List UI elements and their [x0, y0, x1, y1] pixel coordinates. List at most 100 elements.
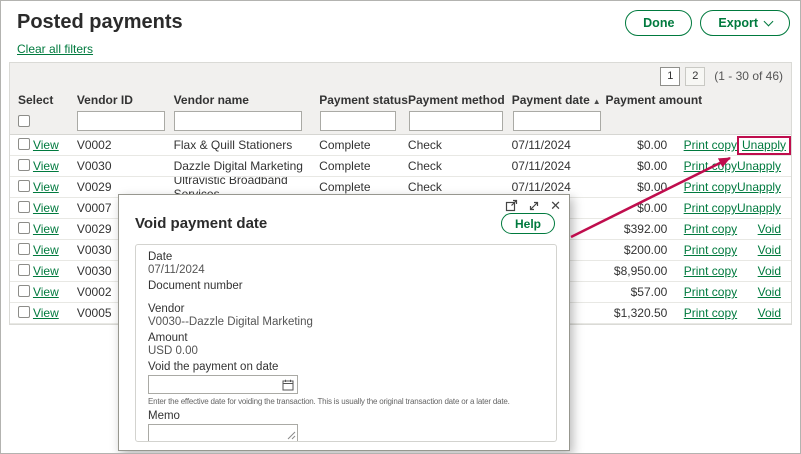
view-link[interactable]: View	[33, 159, 59, 173]
payment-date-filter-input[interactable]	[513, 111, 601, 131]
vendor-id-filter-input[interactable]	[77, 111, 165, 131]
row-checkbox[interactable]	[18, 243, 30, 255]
pagination: 1 2 (1 - 30 of 46)	[10, 63, 791, 89]
payment-status-filter-input[interactable]	[320, 111, 396, 131]
void-link[interactable]: Void	[758, 306, 781, 320]
view-link[interactable]: View	[33, 243, 59, 257]
payment-amount-cell: $8,950.00	[605, 264, 667, 278]
view-link[interactable]: View	[33, 306, 59, 320]
payment-status-cell: Complete	[319, 180, 408, 194]
vendor-id-cell: V0029	[77, 180, 174, 194]
view-link[interactable]: View	[33, 180, 59, 194]
void-link[interactable]: Void	[758, 264, 781, 278]
row-checkbox[interactable]	[18, 159, 30, 171]
payment-date-cell: 07/11/2024	[512, 138, 606, 152]
table-row: View V0030 Dazzle Digital Marketing Comp…	[10, 156, 791, 177]
print-copy-link[interactable]: Print copy	[684, 264, 737, 278]
document-number-value	[148, 293, 544, 299]
maximize-icon[interactable]	[528, 200, 540, 212]
memo-label: Memo	[148, 410, 544, 422]
row-checkbox[interactable]	[18, 306, 30, 318]
pagination-range: (1 - 30 of 46)	[714, 69, 783, 83]
unapply-link[interactable]: Unapply	[742, 138, 786, 152]
vendor-name-filter-input[interactable]	[174, 111, 302, 131]
vendor-name-cell: Flax & Quill Stationers	[174, 138, 320, 152]
select-all-checkbox[interactable]	[18, 115, 30, 127]
unapply-link[interactable]: Unapply	[737, 180, 781, 194]
print-copy-link[interactable]: Print copy	[684, 201, 737, 215]
row-checkbox[interactable]	[18, 180, 30, 192]
print-copy-link[interactable]: Print copy	[684, 138, 737, 152]
page-1-button[interactable]: 1	[660, 67, 680, 86]
page-2-button[interactable]: 2	[685, 67, 705, 86]
row-checkbox[interactable]	[18, 264, 30, 276]
export-button-label: Export	[718, 16, 758, 30]
close-icon[interactable]: ✕	[550, 199, 561, 212]
chevron-down-icon	[764, 16, 774, 26]
calendar-icon[interactable]	[282, 379, 294, 391]
clear-all-filters-link[interactable]: Clear all filters	[17, 42, 93, 56]
payment-amount-cell: $0.00	[605, 138, 667, 152]
payment-date-cell: 07/11/2024	[512, 180, 606, 194]
unapply-link[interactable]: Unapply	[737, 159, 781, 173]
dialog-body: Date 07/11/2024 Document number Vendor V…	[135, 244, 557, 442]
view-link[interactable]: View	[33, 264, 59, 278]
table-row: View V0002 Flax & Quill Stationers Compl…	[10, 135, 791, 156]
void-date-help-text: Enter the effective date for voiding the…	[148, 397, 544, 406]
filter-row	[10, 107, 791, 134]
print-copy-link[interactable]: Print copy	[684, 159, 737, 173]
vendor-label: Vendor	[148, 303, 544, 315]
void-link[interactable]: Void	[758, 222, 781, 236]
dialog-title: Void payment date	[135, 215, 267, 232]
document-number-label: Document number	[148, 280, 544, 292]
amount-value: USD 0.00	[148, 345, 544, 357]
header-buttons: Done Export	[625, 9, 790, 36]
payment-method-cell: Check	[408, 159, 512, 173]
payment-amount-cell: $57.00	[605, 285, 667, 299]
void-date-field	[148, 375, 298, 394]
column-header-vendor-name: Vendor name	[174, 93, 320, 107]
page-title: Posted payments	[17, 9, 183, 35]
print-copy-link[interactable]: Print copy	[684, 180, 737, 194]
amount-label: Amount	[148, 332, 544, 344]
row-checkbox[interactable]	[18, 285, 30, 297]
done-button[interactable]: Done	[625, 10, 692, 36]
view-link[interactable]: View	[33, 138, 59, 152]
payment-amount-cell: $1,320.50	[605, 306, 667, 320]
row-checkbox[interactable]	[18, 222, 30, 234]
help-button[interactable]: Help	[501, 213, 555, 234]
payment-status-cell: Complete	[319, 138, 408, 152]
print-copy-link[interactable]: Print copy	[684, 285, 737, 299]
payment-amount-cell: $0.00	[605, 180, 667, 194]
column-header-payment-date[interactable]: Payment date▲	[512, 93, 606, 107]
print-copy-link[interactable]: Print copy	[684, 222, 737, 236]
payment-method-cell: Check	[408, 138, 512, 152]
void-date-input[interactable]	[152, 378, 282, 392]
unapply-link[interactable]: Unapply	[737, 201, 781, 215]
row-checkbox[interactable]	[18, 138, 30, 150]
payment-amount-cell: $392.00	[605, 222, 667, 236]
vendor-name-cell: Dazzle Digital Marketing	[174, 159, 320, 173]
column-headers: Select Vendor ID Vendor name Payment sta…	[10, 89, 791, 107]
export-button[interactable]: Export	[700, 10, 790, 36]
void-payment-date-dialog: ✕ Void payment date Help Date 07/11/2024…	[118, 194, 570, 451]
payment-amount-cell: $0.00	[605, 159, 667, 173]
dialog-header: Void payment date Help	[119, 195, 569, 234]
print-copy-link[interactable]: Print copy	[684, 306, 737, 320]
date-label: Date	[148, 251, 544, 263]
column-header-payment-method: Payment method	[408, 93, 512, 107]
row-checkbox[interactable]	[18, 201, 30, 213]
void-link[interactable]: Void	[758, 243, 781, 257]
void-link[interactable]: Void	[758, 285, 781, 299]
dialog-window-controls: ✕	[505, 199, 561, 212]
view-link[interactable]: View	[33, 222, 59, 236]
table-header-area: 1 2 (1 - 30 of 46) Select Vendor ID Vend…	[10, 63, 791, 135]
page-header: Posted payments Done Export	[1, 1, 800, 36]
popout-icon[interactable]	[505, 199, 518, 212]
view-link[interactable]: View	[33, 285, 59, 299]
print-copy-link[interactable]: Print copy	[684, 243, 737, 257]
payment-method-filter-input[interactable]	[409, 111, 503, 131]
view-link[interactable]: View	[33, 201, 59, 215]
memo-textarea[interactable]	[148, 424, 298, 442]
date-value: 07/11/2024	[148, 264, 544, 276]
